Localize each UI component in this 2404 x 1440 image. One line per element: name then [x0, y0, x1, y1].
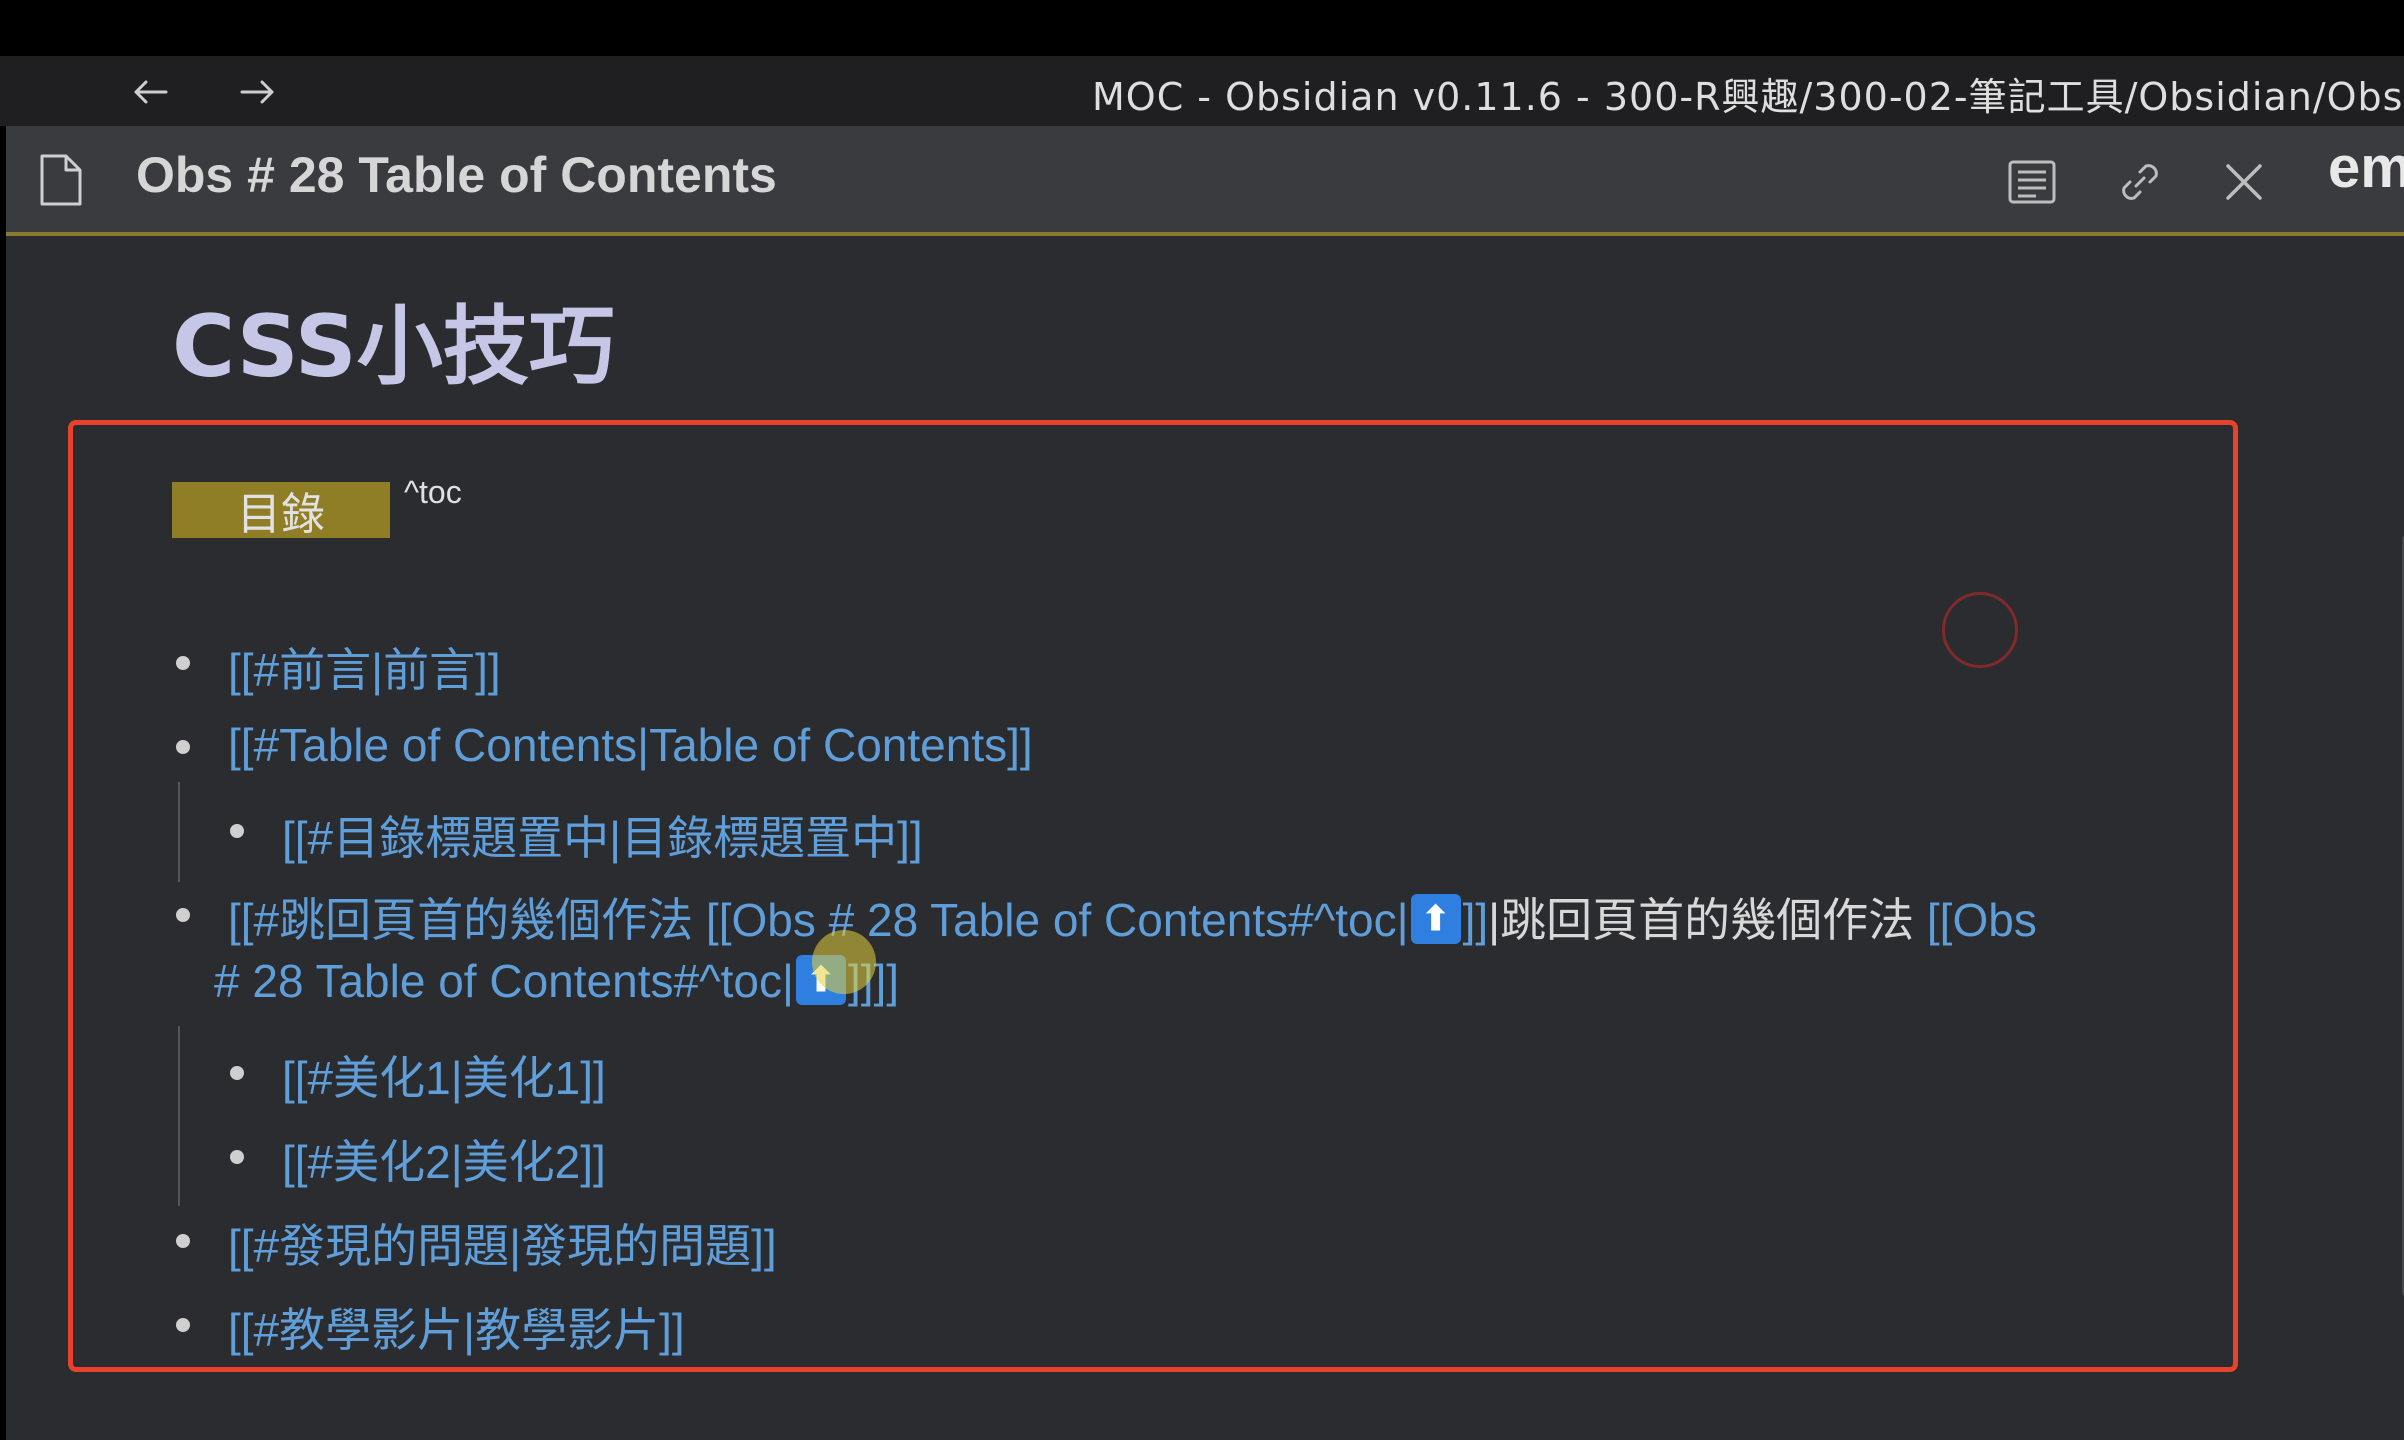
- pane-title: Obs # 28 Table of Contents: [136, 147, 777, 203]
- up-button[interactable]: ⬆: [1410, 894, 1461, 944]
- toc-link-7[interactable]: [[#發現的問題|發現的問題]]: [228, 1210, 777, 1276]
- toc-link-4-part3: |跳回頁首的幾個作法: [1488, 894, 1927, 946]
- window-titlebar: MOC - Obsidian v0.11.6 - 300-R興趣/300-02-…: [0, 56, 2404, 126]
- toc-link-4-line1[interactable]: [[#跳回頁首的幾個作法 [[Obs # 28 Table of Content…: [228, 884, 2037, 950]
- list-bullet: [230, 1066, 244, 1080]
- indent-guide: [178, 1026, 180, 1206]
- pane-header: Obs # 28 Table of Contents em: [6, 126, 2404, 236]
- toc-link-4-line2-part1[interactable]: # 28 Table of Contents#^toc|: [214, 955, 794, 1007]
- close-pane-button[interactable]: [2214, 152, 2274, 212]
- file-icon: [40, 154, 82, 206]
- toc-block-anchor: ^toc: [404, 474, 462, 510]
- toc-link-4-part1[interactable]: [[#跳回頁首的幾個作法 [[Obs # 28 Table of Content…: [228, 894, 1409, 946]
- list-bullet: [230, 1150, 244, 1164]
- mouse-cursor-highlight: [812, 930, 876, 994]
- back-button[interactable]: [120, 64, 180, 120]
- click-indicator: [1942, 592, 2018, 668]
- list-bullet: [176, 740, 190, 754]
- indent-guide: [178, 782, 180, 882]
- toc-link-8[interactable]: [[#教學影片|教學影片]]: [228, 1294, 685, 1360]
- note-content[interactable]: CSS小技巧 目錄 ^toc [[#前言|前言]] [[#Table of Co…: [6, 236, 2404, 1440]
- toc-link-2[interactable]: [[#Table of Contents|Table of Contents]]: [228, 718, 1033, 772]
- close-icon: [2226, 164, 2262, 200]
- toc-link-1[interactable]: [[#前言|前言]]: [228, 634, 501, 700]
- toc-link-6[interactable]: [[#美化2|美化2]]: [282, 1126, 606, 1192]
- arrow-left-icon: [134, 80, 168, 104]
- adjacent-pane-title-cut: em: [2328, 135, 2404, 200]
- link-button[interactable]: [2110, 152, 2170, 212]
- top-strip: [0, 0, 2404, 56]
- list-bullet: [176, 1318, 190, 1332]
- reading-view-button[interactable]: [2002, 152, 2062, 212]
- list-bullet: [176, 1234, 190, 1248]
- list-bullet: [176, 656, 190, 670]
- toc-link-3[interactable]: [[#目錄標題置中|目錄標題置中]]: [282, 802, 923, 868]
- window-title: MOC - Obsidian v0.11.6 - 300-R興趣/300-02-…: [1092, 75, 2404, 119]
- note-heading: CSS小技巧: [172, 297, 615, 397]
- document-view-icon: [2008, 160, 2056, 204]
- link-icon: [2122, 164, 2158, 200]
- toc-link-4-part4[interactable]: [[Obs: [1927, 894, 2037, 946]
- list-bullet: [176, 908, 190, 922]
- toc-link-4-part2: ]]: [1462, 894, 1489, 946]
- toc-label: 目錄: [172, 482, 390, 540]
- arrow-up-icon: ⬆: [1421, 900, 1450, 938]
- forward-button[interactable]: [228, 64, 288, 120]
- arrow-right-icon: [240, 80, 274, 104]
- list-bullet: [230, 824, 244, 838]
- toc-link-4-line2[interactable]: # 28 Table of Contents#^toc|⬆]]]]: [214, 954, 899, 1008]
- toc-link-5[interactable]: [[#美化1|美化1]]: [282, 1042, 606, 1108]
